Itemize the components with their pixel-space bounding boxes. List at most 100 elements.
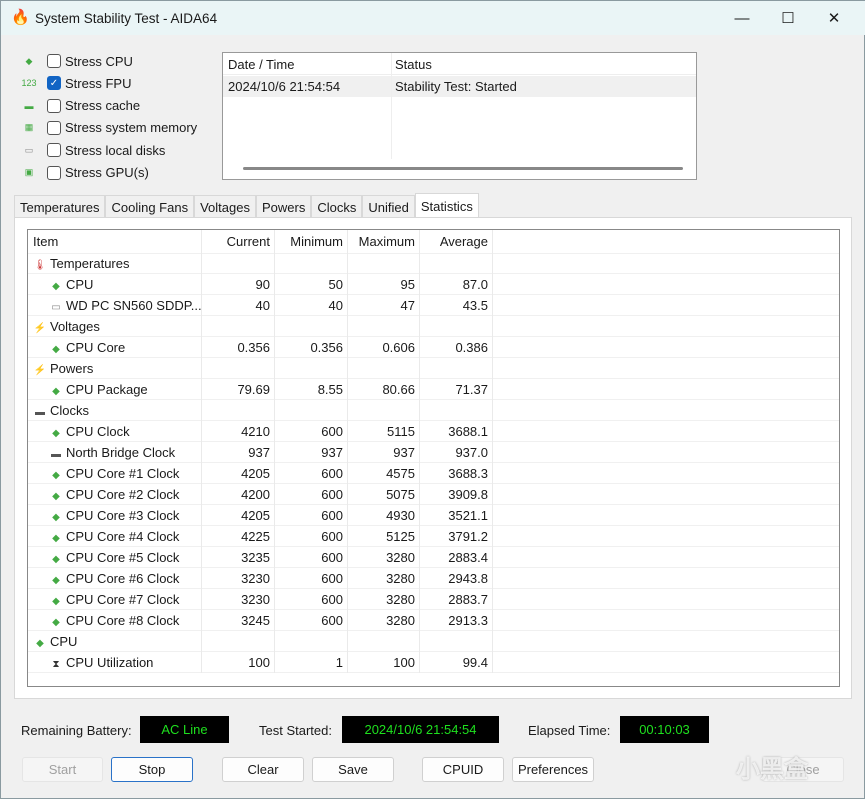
stress-checkbox[interactable] <box>47 120 61 135</box>
cell-minimum: 600 <box>275 526 348 547</box>
cell-current: 90 <box>202 274 275 295</box>
column-header-average[interactable]: Average <box>420 230 493 254</box>
table-row[interactable]: ▭ WD PC SN560 SDDP... 40 40 47 43.5 <box>28 295 839 316</box>
column-header-item[interactable]: Item <box>28 230 202 254</box>
cell-maximum: 3280 <box>348 568 420 589</box>
tab-powers[interactable]: Powers <box>255 195 312 218</box>
stress-checkbox[interactable] <box>47 54 61 68</box>
stress-checkbox[interactable] <box>47 165 61 180</box>
stress-checkbox[interactable]: ✓ <box>47 76 61 91</box>
tab-clocks[interactable]: Clocks <box>311 195 363 218</box>
clear-button[interactable]: Clear <box>222 757 304 782</box>
table-row[interactable]: ◆ CPU Core #3 Clock 4205 600 4930 3521.1 <box>28 505 839 526</box>
cell-minimum <box>275 631 348 652</box>
cell-maximum: 100 <box>348 652 420 673</box>
table-row[interactable]: ◆ CPU Core #7 Clock 3230 600 3280 2883.7 <box>28 589 839 610</box>
tab-voltages[interactable]: Voltages <box>194 195 256 218</box>
tab-temperatures[interactable]: Temperatures <box>14 195 106 218</box>
column-header-minimum[interactable]: Minimum <box>275 230 348 254</box>
table-row[interactable]: ◆ CPU Core #4 Clock 4225 600 5125 3791.2 <box>28 526 839 547</box>
table-group-row[interactable]: 🌡 Temperatures <box>28 253 839 274</box>
table-row[interactable]: ◆ CPU Package 79.69 8.55 80.66 71.37 <box>28 379 839 400</box>
stress-option[interactable]: ▬ Stress cache <box>19 96 141 116</box>
column-header-maximum[interactable]: Maximum <box>348 230 420 254</box>
stop-button[interactable]: Stop <box>111 757 193 782</box>
table-row[interactable]: ◆ CPU Core #6 Clock 3230 600 3280 2943.8 <box>28 568 839 589</box>
table-row[interactable]: ◆ CPU Core 0.356 0.356 0.606 0.386 <box>28 337 839 358</box>
window-title: System Stability Test - AIDA64 <box>35 10 218 26</box>
preferences-button[interactable]: Preferences <box>512 757 594 782</box>
minimize-button[interactable]: — <box>719 1 765 35</box>
stress-option[interactable]: ◆ Stress CPU <box>19 51 133 71</box>
title-bar: 🔥 System Stability Test - AIDA64 — ☐ ✕ <box>1 1 865 35</box>
cache-icon: ▬ <box>24 100 34 111</box>
cell-average: 3791.2 <box>420 526 493 547</box>
table-row[interactable]: ▬ North Bridge Clock 937 937 937 937.0 <box>28 442 839 463</box>
stress-option[interactable]: ▦ Stress system memory <box>19 118 197 138</box>
stress-option[interactable]: 123 ✓ Stress FPU <box>19 73 131 93</box>
row-item: CPU Core #7 Clock <box>66 592 180 607</box>
stress-checkbox[interactable] <box>47 98 61 113</box>
test-started-value: 2024/10/6 21:54:54 <box>342 716 499 743</box>
cell-average: 87.0 <box>420 274 493 295</box>
table-row[interactable]: ◆ CPU Clock 4210 600 5115 3688.1 <box>28 421 839 442</box>
cell-average: 3688.3 <box>420 463 493 484</box>
table-row[interactable]: ⧗ CPU Utilization 100 1 100 99.4 <box>28 652 839 673</box>
cell-current <box>202 253 275 274</box>
cpu-icon: ◆ <box>52 617 60 628</box>
cell-maximum: 5125 <box>348 526 420 547</box>
tab-unified[interactable]: Unified <box>362 195 415 218</box>
stress-option[interactable]: ▭ Stress local disks <box>19 140 166 160</box>
log-horizontal-scrollbar[interactable] <box>243 167 683 170</box>
cpu-icon: ◆ <box>52 281 60 292</box>
log-row[interactable]: 2024/10/6 21:54:54 Stability Test: Start… <box>223 76 696 97</box>
column-header-current[interactable]: Current <box>202 230 275 254</box>
cell-maximum: 4575 <box>348 463 420 484</box>
row-item: North Bridge Clock <box>66 445 176 460</box>
cell-current: 40 <box>202 295 275 316</box>
cell-minimum: 600 <box>275 463 348 484</box>
cell-current: 4210 <box>202 421 275 442</box>
stress-checkbox[interactable] <box>47 143 61 158</box>
save-button[interactable]: Save <box>312 757 394 782</box>
cell-maximum <box>348 631 420 652</box>
cpuid-button[interactable]: CPUID <box>422 757 504 782</box>
cell-maximum: 3280 <box>348 589 420 610</box>
cell-average: 3521.1 <box>420 505 493 526</box>
cpu-icon: ◆ <box>36 638 44 649</box>
cell-maximum: 80.66 <box>348 379 420 400</box>
log-status: Stability Test: Started <box>395 79 517 94</box>
table-row[interactable]: ◆ CPU Core #8 Clock 3245 600 3280 2913.3 <box>28 610 839 631</box>
table-row[interactable]: ◆ CPU 90 50 95 87.0 <box>28 274 839 295</box>
voltage-icon: ⚡ <box>33 323 47 334</box>
stress-label: Stress system memory <box>65 120 198 136</box>
tab-statistics[interactable]: Statistics <box>414 193 479 218</box>
row-item: CPU Core #3 Clock <box>66 508 180 523</box>
log-header-status[interactable]: Status <box>395 57 432 72</box>
cell-current: 4200 <box>202 484 275 505</box>
cell-maximum <box>348 253 420 274</box>
cell-average: 0.386 <box>420 337 493 358</box>
table-row[interactable]: ◆ CPU Core #2 Clock 4200 600 5075 3909.8 <box>28 484 839 505</box>
table-row[interactable]: ◆ CPU Core #1 Clock 4205 600 4575 3688.3 <box>28 463 839 484</box>
cell-current: 79.69 <box>202 379 275 400</box>
table-group-row[interactable]: ▬ Clocks <box>28 400 839 421</box>
cell-maximum <box>348 400 420 421</box>
table-row[interactable]: ◆ CPU Core #5 Clock 3235 600 3280 2883.4 <box>28 547 839 568</box>
table-group-row[interactable]: ⚡ Powers <box>28 358 839 379</box>
cell-current: 4225 <box>202 526 275 547</box>
cell-current: 937 <box>202 442 275 463</box>
cell-maximum: 4930 <box>348 505 420 526</box>
maximize-button[interactable]: ☐ <box>765 1 811 35</box>
log-header-datetime[interactable]: Date / Time <box>228 57 294 72</box>
table-group-row[interactable]: ◆ CPU <box>28 631 839 652</box>
status-log: Date / Time Status 2024/10/6 21:54:54 St… <box>222 52 697 180</box>
cpu-icon: ◆ <box>52 428 60 439</box>
table-group-row[interactable]: ⚡ Voltages <box>28 316 839 337</box>
tab-cooling-fans[interactable]: Cooling Fans <box>105 195 195 218</box>
start-button[interactable]: Start <box>22 757 103 782</box>
stress-option[interactable]: ▣ Stress GPU(s) <box>19 163 149 183</box>
close-window-button[interactable]: ✕ <box>811 1 857 35</box>
cell-minimum: 600 <box>275 505 348 526</box>
cell-current: 100 <box>202 652 275 673</box>
